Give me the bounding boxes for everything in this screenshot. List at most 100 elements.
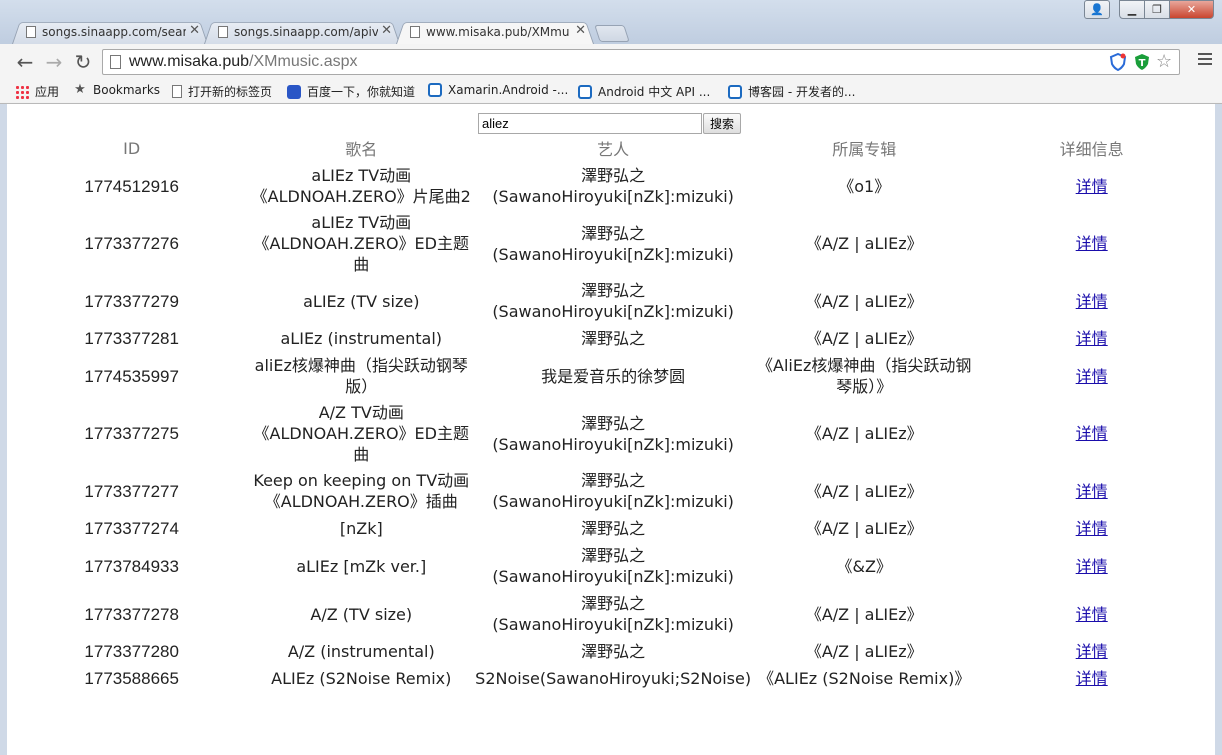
shield-extension-icon[interactable] <box>1109 53 1127 71</box>
detail-link[interactable]: 详情 <box>1076 669 1108 688</box>
cell-album: 《A/Z | aLIEz》 <box>805 329 923 348</box>
cell-artist: 澤野弘之 <box>581 519 646 538</box>
tampermonkey-shield-icon[interactable]: T <box>1133 53 1151 71</box>
close-window-button[interactable]: ✕ <box>1169 0 1214 19</box>
table-row: 1773377276 aLIEz TV动画《ALDNOAH.ZERO》ED主题曲澤… <box>16 210 1206 277</box>
search-form: 搜索 <box>478 113 742 134</box>
cnblogs-icon <box>578 84 592 99</box>
results-body: 1774512916 aLIEz TV动画《ALDNOAH.ZERO》片尾曲2 澤野… <box>16 162 1206 692</box>
window-frame-left <box>0 104 7 755</box>
cell-id: 1773377276 <box>84 234 179 253</box>
cell-id: 1773377281 <box>84 329 179 348</box>
cell-id: 1773377279 <box>84 291 179 311</box>
page-icon <box>172 85 182 98</box>
detail-link[interactable]: 详情 <box>1076 642 1108 661</box>
detail-link[interactable]: 详情 <box>1076 234 1108 253</box>
page-icon <box>110 55 121 69</box>
tab-2[interactable]: songs.sinaapp.com/apiv ✕ <box>204 20 400 44</box>
cell-id: 1773377278 <box>84 604 179 624</box>
cell-artist: 澤野弘之 (SawanoHiroyuki[nZk]:mizuki) <box>492 223 734 264</box>
bookmark-bookmarks[interactable]: ★ Bookmarks <box>73 82 160 98</box>
cell-id: 1773377277 <box>84 481 179 501</box>
cell-detail: 详情 <box>977 515 1206 542</box>
new-tab-button[interactable] <box>594 25 630 42</box>
user-icon[interactable]: 👤 <box>1084 0 1110 19</box>
tab-1[interactable]: songs.sinaapp.com/sear ✕ <box>12 20 208 44</box>
back-arrow-icon[interactable]: ← <box>14 51 36 73</box>
detail-link[interactable]: 详情 <box>1076 329 1108 348</box>
detail-link[interactable]: 详情 <box>1076 519 1108 538</box>
cell-artist: 澤野弘之 (SawanoHiroyuki[nZk]:mizuki) <box>492 166 734 206</box>
cell-song: aliEz核爆神曲（指尖跃动钢琴版） <box>254 356 468 396</box>
close-tab-icon[interactable]: ✕ <box>189 23 200 38</box>
table-row: 1773377280 A/Z (instrumental) 澤野弘之 《A/Z | a… <box>16 638 1206 665</box>
close-tab-icon[interactable]: ✕ <box>575 23 586 38</box>
cell-detail: 详情 <box>977 352 1206 400</box>
page-content: 搜索 ID 歌名 艺人 所属专辑 详细信息 1774512916 aLIEz TV… <box>7 104 1215 755</box>
cnblogs-icon <box>728 84 742 99</box>
cell-album: 《A/Z | aLIEz》 <box>805 604 923 624</box>
cell-id: 1773377274 <box>84 519 179 538</box>
cell-song: A/Z (instrumental) <box>287 642 435 661</box>
cnblogs-icon <box>428 83 442 97</box>
bookmark-xamarin[interactable]: Xamarin.Android -... <box>428 83 568 97</box>
cell-id: 1774512916 <box>84 176 179 196</box>
table-row: 1773377274 [nZk] 澤野弘之 《A/Z | aLIEz》 详情 <box>16 515 1206 542</box>
search-button[interactable]: 搜索 <box>703 113 742 134</box>
table-row: 1774512916 aLIEz TV动画《ALDNOAH.ZERO》片尾曲2 澤野… <box>16 162 1206 210</box>
bookmark-baidu[interactable]: 百度一下，你就知道 <box>287 83 415 100</box>
bookmark-apps[interactable]: 应用 <box>15 83 59 100</box>
detail-link[interactable]: 详情 <box>1076 367 1108 386</box>
cell-song: aLIEz TV动画《ALDNOAH.ZERO》ED主题曲 <box>253 213 469 274</box>
cell-song: aLIEz (instrumental) <box>280 329 443 348</box>
bookmarks-bar: 应用 ★ Bookmarks 打开新的标签页 百度一下，你就知道 Xamarin.… <box>0 80 1222 102</box>
table-row: 1773377278 A/Z (TV size) 澤野弘之 (SawanoHiroy… <box>16 590 1206 638</box>
detail-link[interactable]: 详情 <box>1076 482 1108 501</box>
cell-artist: S2Noise(SawanoHiroyuki;S2Noise) <box>475 669 752 688</box>
star-icon: ★ <box>74 82 86 97</box>
cell-artist: 澤野弘之 <box>581 642 646 661</box>
detail-link[interactable]: 详情 <box>1076 557 1108 576</box>
search-input[interactable] <box>478 113 702 134</box>
address-url[interactable]: www.misaka.pub/XMmusic.aspx <box>129 53 358 71</box>
bookmark-android-api[interactable]: Android 中文 API ... <box>578 83 710 100</box>
svg-text:T: T <box>1139 58 1146 69</box>
cell-song: Keep on keeping on TV动画《ALDNOAH.ZERO》插曲 <box>253 471 470 511</box>
cell-artist: 澤野弘之 (SawanoHiroyuki[nZk]:mizuki) <box>492 281 734 321</box>
table-row: 1773588665 ALIEz (S2Noise Remix) S2Noise(S… <box>16 665 1206 692</box>
tab-3[interactable]: www.misaka.pub/XMmu ✕ <box>396 20 594 44</box>
cell-album: 《A/Z | aLIEz》 <box>805 424 923 443</box>
detail-link[interactable]: 详情 <box>1076 424 1108 443</box>
cell-detail: 详情 <box>977 400 1206 467</box>
reload-icon[interactable]: ↻ <box>72 51 94 73</box>
detail-link[interactable]: 详情 <box>1076 177 1108 196</box>
cell-detail: 详情 <box>977 665 1206 692</box>
detail-link[interactable]: 详情 <box>1076 605 1108 624</box>
cell-album: 《AliEz核爆神曲（指尖跃动钢琴版）》 <box>757 356 972 396</box>
minimize-button[interactable]: ▁ <box>1119 0 1145 19</box>
tab-label: songs.sinaapp.com/sear <box>42 25 186 39</box>
navigation-toolbar: ← → ↻ www.misaka.pub/XMmusic.aspx T ☆ <box>0 44 1222 80</box>
table-row: 1773377281 aLIEz (instrumental) 澤野弘之 《A/Z |… <box>16 325 1206 352</box>
forward-arrow-icon[interactable]: → <box>43 51 65 73</box>
maximize-button[interactable]: ❐ <box>1144 0 1170 19</box>
cell-detail: 详情 <box>977 325 1206 352</box>
cell-id: 1773784933 <box>84 556 179 576</box>
cell-detail: 详情 <box>977 162 1206 210</box>
bookmark-star-icon[interactable]: ☆ <box>1156 53 1174 71</box>
header-album: 所属专辑 <box>832 140 897 159</box>
cell-artist: 澤野弘之 (SawanoHiroyuki[nZk]:mizuki) <box>492 413 734 454</box>
close-tab-icon[interactable]: ✕ <box>381 23 392 38</box>
address-bar[interactable]: www.misaka.pub/XMmusic.aspx T ☆ <box>102 49 1180 75</box>
cell-song: A/Z TV动画《ALDNOAH.ZERO》ED主题曲 <box>253 403 469 464</box>
header-id: ID <box>123 138 141 158</box>
table-row: 1773377279 aLIEz (TV size) 澤野弘之 (SawanoHir… <box>16 277 1206 325</box>
results-table: ID 歌名 艺人 所属专辑 详细信息 1774512916 aLIEz TV动画《… <box>16 134 1206 692</box>
tab-strip: songs.sinaapp.com/sear ✕ songs.sinaapp.c… <box>0 0 1222 44</box>
chrome-menu-icon[interactable] <box>1198 53 1212 68</box>
detail-link[interactable]: 详情 <box>1076 292 1108 311</box>
bookmark-cnblogs[interactable]: 博客园 - 开发者的... <box>728 83 855 100</box>
cell-album: 《A/Z | aLIEz》 <box>805 481 923 501</box>
page-icon <box>410 26 420 38</box>
bookmark-new-tab[interactable]: 打开新的标签页 <box>172 83 272 100</box>
